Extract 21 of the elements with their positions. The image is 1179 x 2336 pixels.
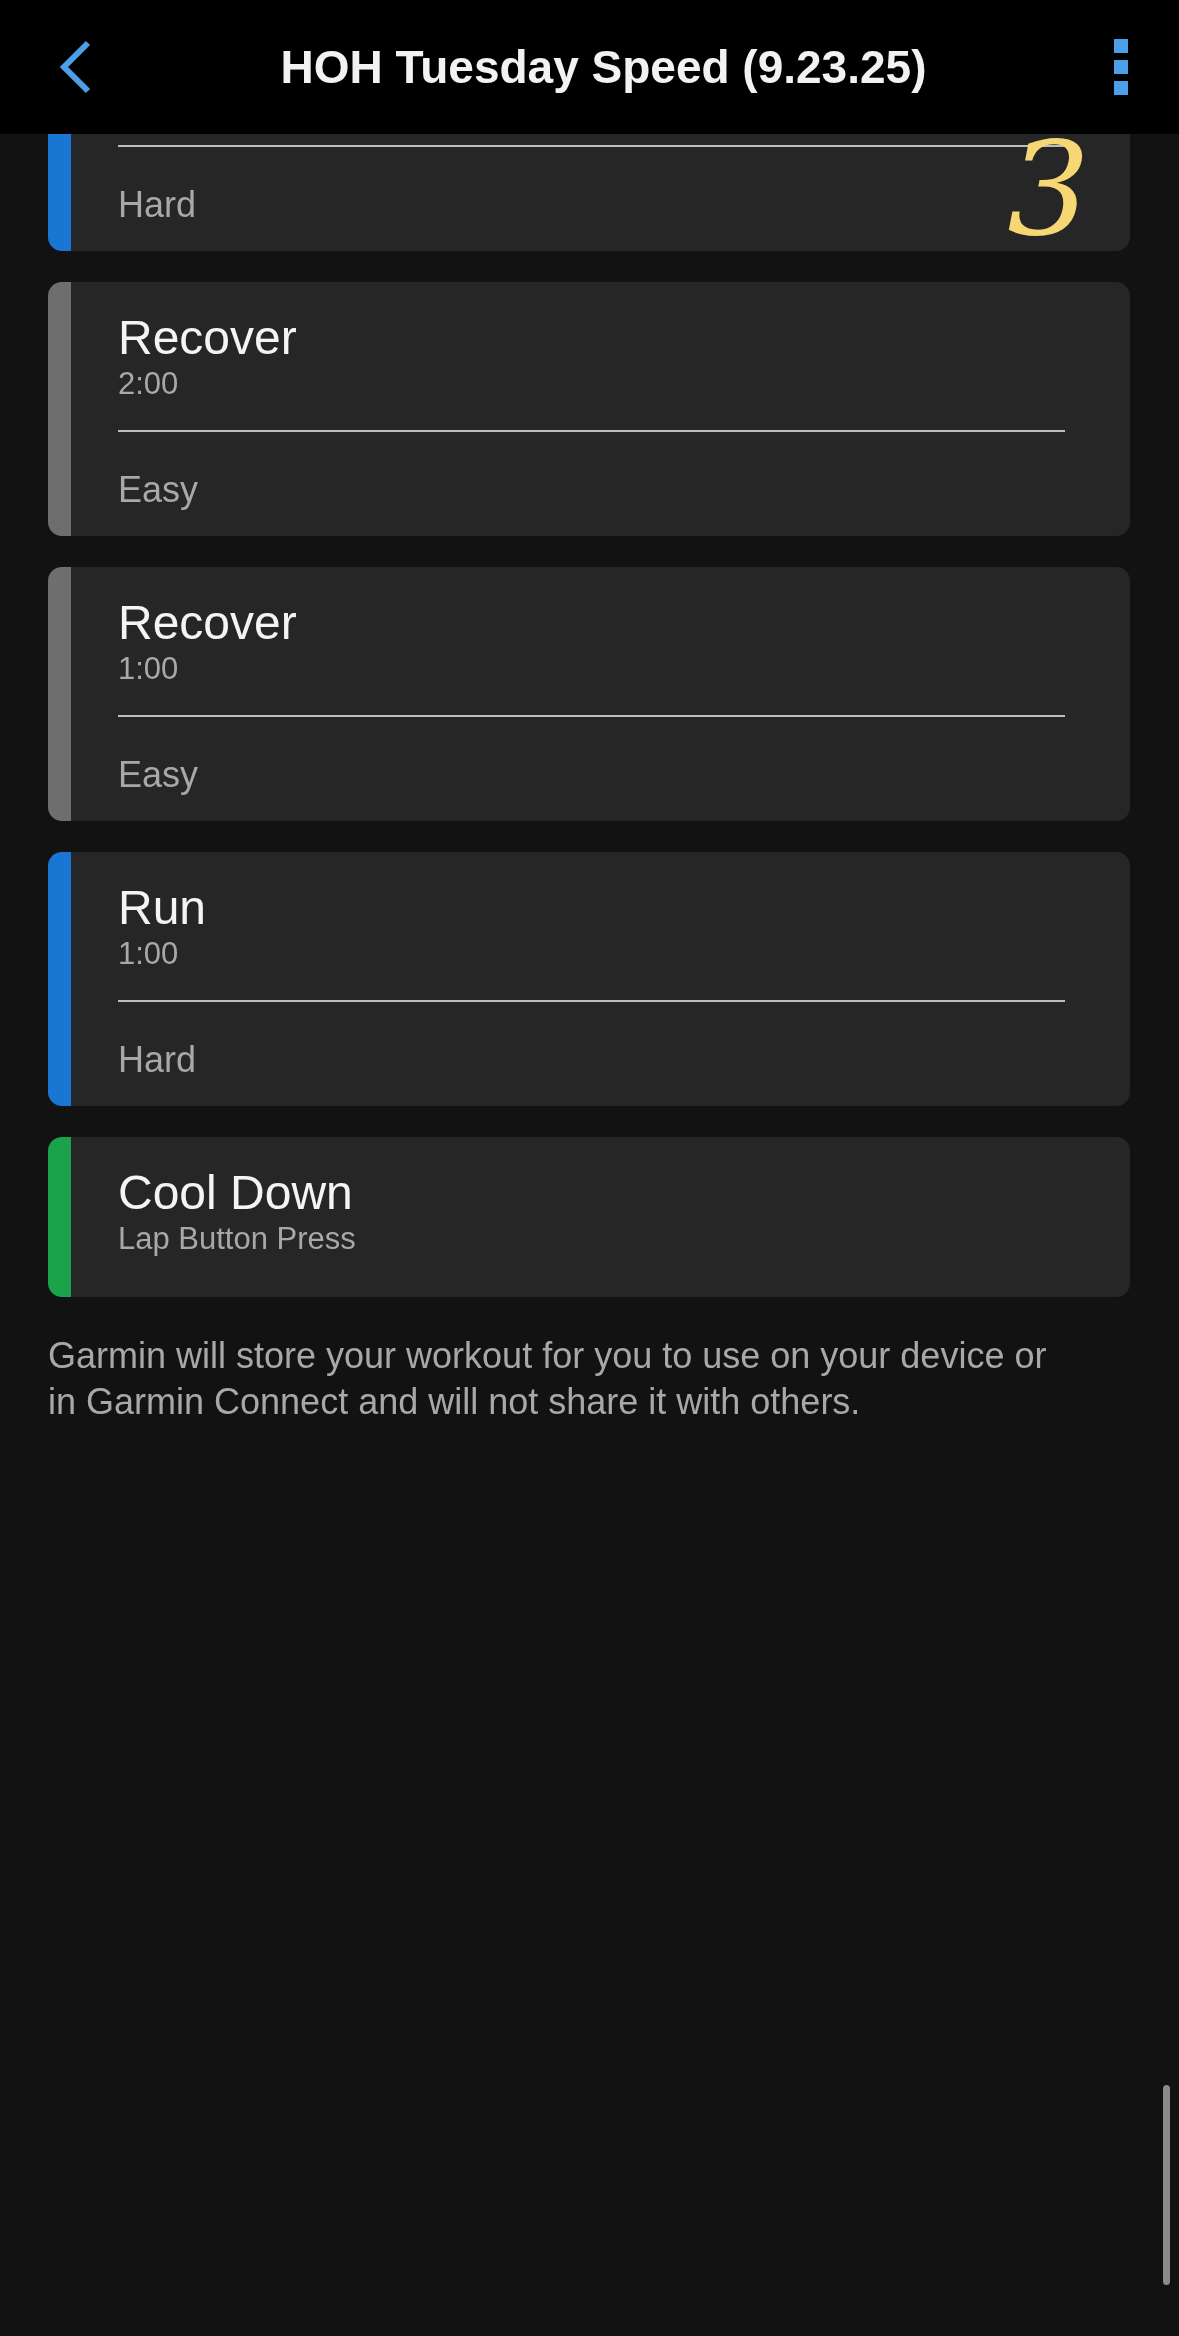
step-duration: Lap Button Press bbox=[118, 1221, 357, 1258]
workout-step-card[interactable]: Recover 2:00 Easy bbox=[48, 282, 1130, 536]
step-intensity: Easy bbox=[118, 753, 199, 797]
step-duration: 2:00 bbox=[118, 366, 180, 402]
step-title: Recover bbox=[118, 310, 298, 366]
more-button[interactable] bbox=[1113, 39, 1129, 95]
step-title: Run bbox=[118, 880, 208, 936]
workout-step-card[interactable]: Cool Down Lap Button Press bbox=[48, 1137, 1130, 1297]
step-duration: 1:00 bbox=[118, 936, 180, 972]
workout-step-card[interactable]: Run 1:00 Hard bbox=[48, 852, 1130, 1106]
step-duration: 1:00 bbox=[118, 651, 180, 687]
step-intensity: Hard bbox=[118, 1038, 197, 1082]
workout-step-card[interactable]: Recover 1:00 Easy bbox=[48, 567, 1130, 821]
step-intensity: Easy bbox=[118, 468, 199, 512]
step-intensity: Hard bbox=[118, 183, 197, 227]
privacy-note: Garmin will store your workout for you to use on your device or in Garmin Connect and will not share it with others. bbox=[47, 1334, 1048, 1424]
step-title: Recover bbox=[118, 595, 298, 651]
workout-step-card[interactable]: Hard 3 bbox=[48, 134, 1130, 251]
more-icon bbox=[1113, 39, 1129, 95]
workout-title: HOH Tuesday Speed (9.23.25) bbox=[280, 40, 927, 94]
step-title: Cool Down bbox=[118, 1165, 354, 1221]
